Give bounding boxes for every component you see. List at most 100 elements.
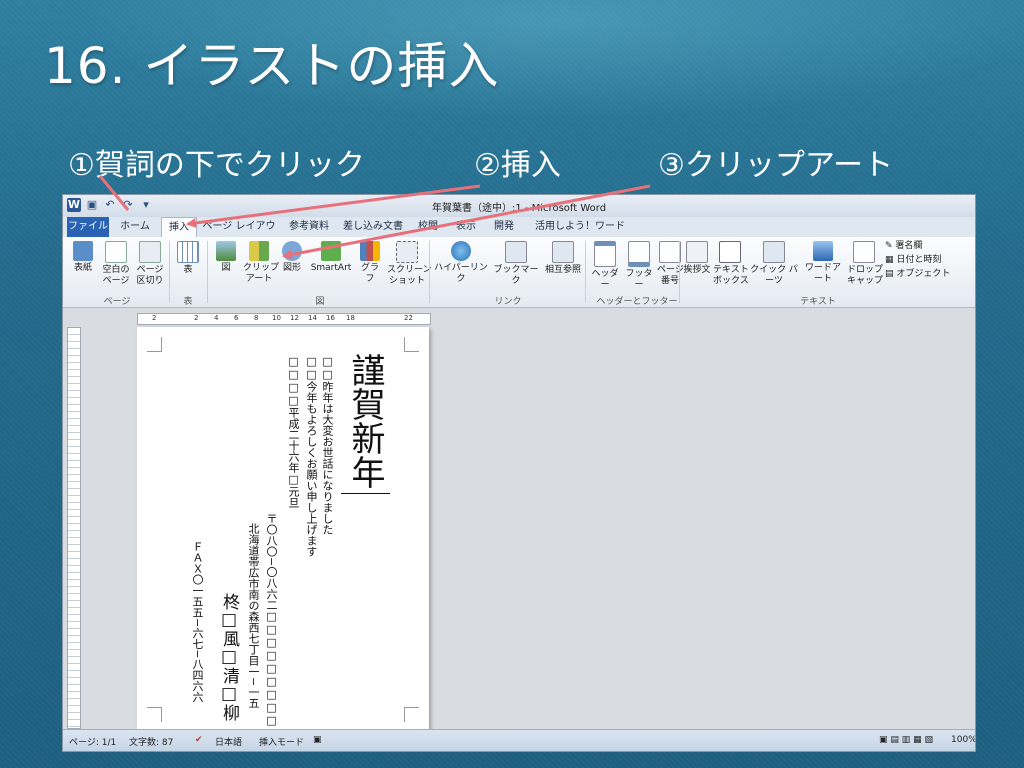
fax-number[interactable]: ＦＡＸ〇一五五−六七−八四六六 [189,541,205,702]
word-window: W ▣ ↶ ↷ ▾ 年賀葉書（途中）:1 - Microsoft Word ファ… [62,194,976,752]
crop-mark [147,707,162,722]
group-illustrations-label: 図 [315,297,325,307]
signature-line-button[interactable]: ✎ 署名欄 [885,241,955,252]
vertical-ruler[interactable] [67,327,81,729]
ribbon-tabs: ファイル ホーム 挿入 ページ レイアウト 参考資料 差し込み文書 校閲 表示 … [63,217,975,252]
group-header-footer-label: ヘッダーとフッター [596,297,678,307]
textbox-icon [719,241,741,263]
group-separator [207,241,208,303]
footer-button[interactable]: フッター [623,241,655,291]
step-1-label: ①賀詞の下でクリック [68,148,365,183]
screenshot-button[interactable]: スクリーン ショット [387,241,432,287]
crop-mark [147,337,162,352]
group-separator [679,241,680,303]
blank-page-icon [105,241,127,263]
status-mode[interactable]: 挿入モード [259,735,304,748]
tab-developer[interactable]: 開発 [487,217,521,237]
group-separator [169,241,170,303]
header-button[interactable]: ヘッダー [589,241,621,291]
status-bar: ページ: 1/1 文字数: 87 ✔ 日本語 挿入モード ▣ ▣ ▤ ▥ ▦ ▧… [63,729,975,751]
quick-parts-button[interactable]: クイック パーツ [749,241,799,287]
chart-icon [360,241,380,261]
group-separator [429,241,430,303]
object-button[interactable]: ▤ オブジェクト [885,269,957,280]
table-button[interactable]: 表 [175,241,201,276]
postal-code[interactable]: 〒〇八〇−〇八六二□□□□□□□□□ [263,513,279,727]
cross-reference-icon [552,241,574,263]
tab-file[interactable]: ファイル [67,217,109,237]
object-icon: ▤ [885,269,897,279]
quick-parts-icon [763,241,785,263]
tab-references[interactable]: 参考資料 [283,217,335,237]
smartart-icon [321,241,341,261]
horizontal-ruler[interactable]: 2 2 4 6 8 10 12 14 16 18 22 [137,313,431,325]
proofing-icon[interactable]: ✔ [195,735,203,745]
smartart-button[interactable]: SmartArt [309,241,353,274]
textbox-button[interactable]: テキスト ボックス [713,241,749,287]
status-word-count[interactable]: 文字数: 87 [129,735,173,748]
tab-katsuyou[interactable]: 活用しよう！ワード [525,217,635,237]
address-line[interactable]: 北海道帯広市南の森西七丁目一−一五 [245,523,261,708]
hyperlink-button[interactable]: ハイパーリンク [433,241,489,285]
wordart-icon [813,241,833,261]
hyperlink-icon [451,241,471,261]
page-break-button[interactable]: ページ 区切り [135,241,165,287]
document-page[interactable]: 謹賀新年 □□昨年は大変お世話になりました □□今年もよろしくお願い申し上げます… [137,327,429,732]
crop-mark [404,707,419,722]
signature-icon: ✎ [885,241,896,251]
tab-view[interactable]: 表示 [449,217,483,237]
tab-mailings[interactable]: 差し込み文書 [339,217,407,237]
dropcap-icon [853,241,875,263]
crop-mark [404,337,419,352]
slide-title: 16. イラストの挿入 [44,37,500,95]
group-table-label: 表 [183,297,193,307]
clipart-button[interactable]: クリップ アート [243,241,279,285]
tab-insert[interactable]: 挿入 [161,217,197,238]
window-title: 年賀葉書（途中）:1 - Microsoft Word [431,203,607,214]
footer-icon [628,241,650,267]
group-text-label: テキスト [800,297,836,307]
shapes-icon [282,241,302,261]
step-3-label: ③クリップアート [658,148,894,183]
cover-page-button[interactable]: 表紙 [69,241,97,274]
shapes-button[interactable]: 図形 [279,241,305,274]
greeting-heading[interactable]: 謹賀新年 [341,353,390,494]
blank-page-button[interactable]: 空白の ページ [101,241,131,287]
bookmark-button[interactable]: ブックマーク [491,241,541,287]
title-bar: W ▣ ↶ ↷ ▾ 年賀葉書（途中）:1 - Microsoft Word [63,195,975,217]
ribbon: 表紙 空白の ページ ページ 区切り ページ 表 表 図 クリップ アート 図形… [63,237,975,308]
screenshot-icon [396,241,418,263]
zoom-level[interactable]: 100% [951,735,975,745]
body-line-2[interactable]: □□今年もよろしくお願い申し上げます [303,355,319,557]
greeting-icon [686,241,708,263]
macro-record-icon[interactable]: ▣ [313,735,322,745]
tab-home[interactable]: ホーム [113,217,157,237]
cover-page-icon [73,241,93,261]
header-icon [594,241,616,267]
group-links-label: リンク [494,297,522,307]
page-number-icon [659,241,681,263]
view-buttons[interactable]: ▣ ▤ ▥ ▦ ▧ [879,735,933,745]
calendar-icon: ▦ [885,255,897,265]
table-icon [177,241,199,263]
sender-name[interactable]: 柊□風□清□柳 [217,593,242,721]
date-time-button[interactable]: ▦ 日付と時刻 [885,255,955,266]
tab-review[interactable]: 校閲 [411,217,445,237]
status-page[interactable]: ページ: 1/1 [69,735,116,748]
clipart-icon [249,241,269,261]
picture-icon [216,241,236,261]
step-2-label: ②挿入 [474,148,561,183]
chart-button[interactable]: グラフ [357,241,383,285]
body-line-3[interactable]: □□□□平成二十六年□元旦 [285,355,301,508]
status-language[interactable]: 日本語 [215,735,242,748]
bookmark-icon [505,241,527,263]
page-break-icon [139,241,161,263]
wordart-button[interactable]: ワードアート [801,241,845,285]
dropcap-button[interactable]: ドロップ キャップ [847,241,883,287]
greeting-button[interactable]: 挨拶文 [683,241,711,276]
picture-button[interactable]: 図 [213,241,239,274]
tab-page-layout[interactable]: ページ レイアウト [199,217,279,252]
body-line-1[interactable]: □□昨年は大変お世話になりました [319,355,335,535]
cross-reference-button[interactable]: 相互参照 [543,241,583,276]
group-separator [585,241,586,303]
